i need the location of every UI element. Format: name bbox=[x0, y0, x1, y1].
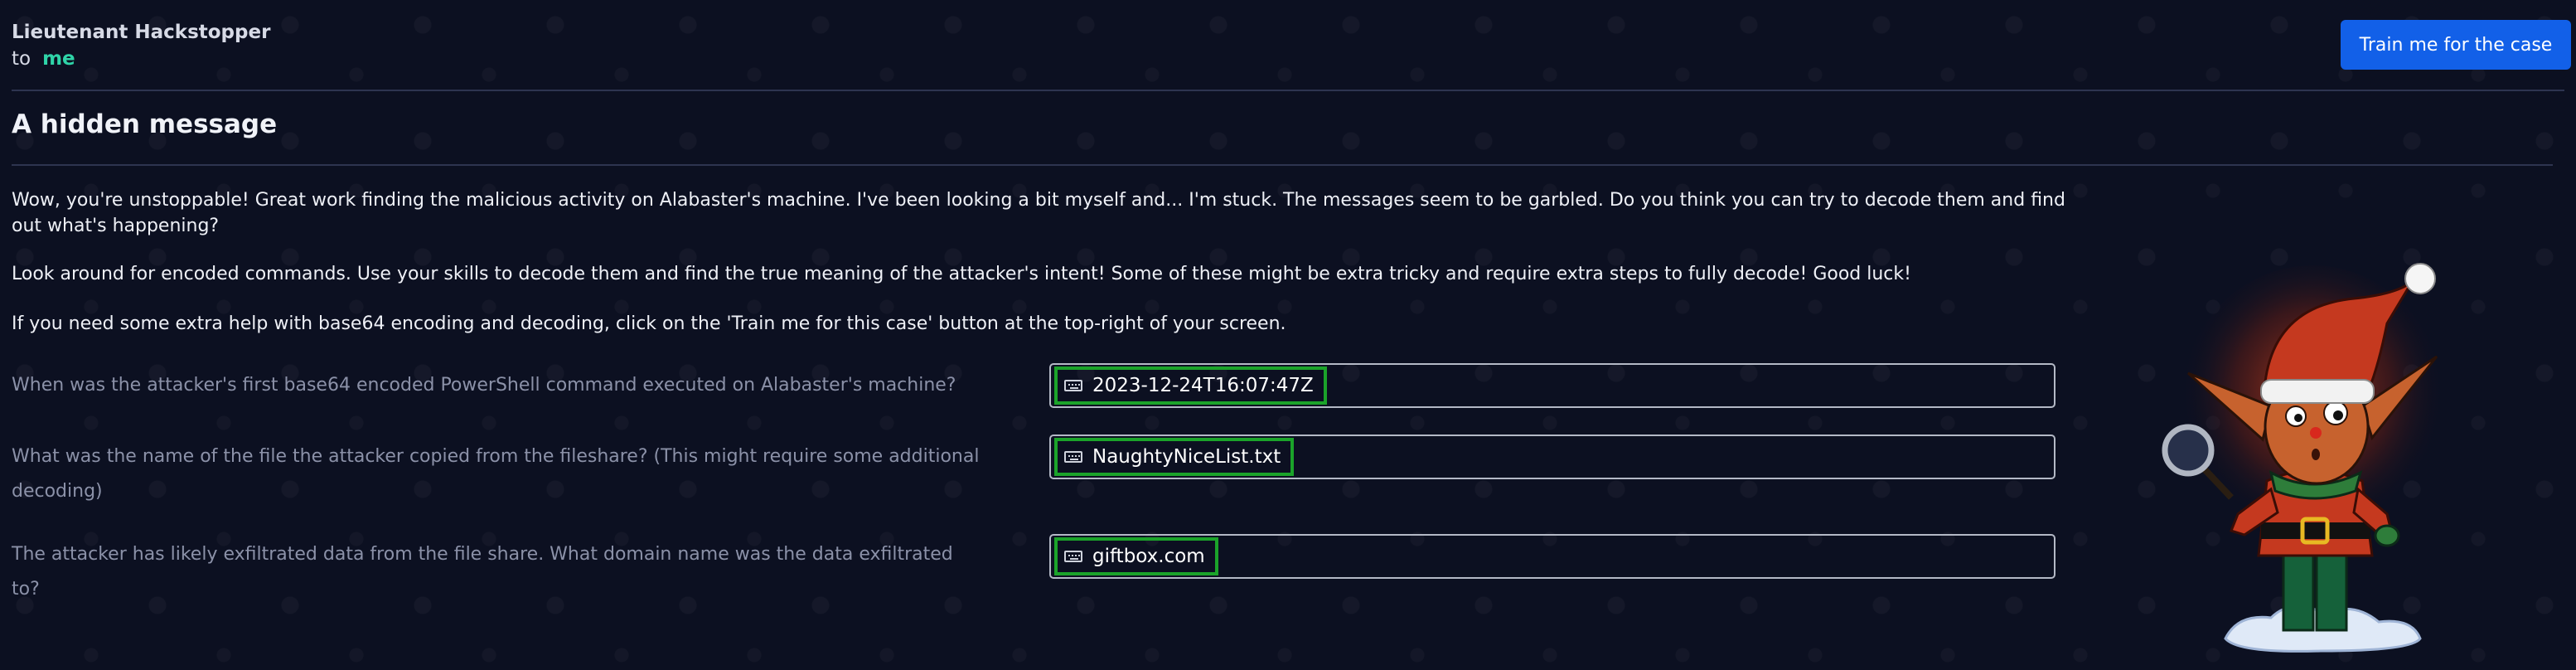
keyboard-icon bbox=[1064, 551, 1082, 562]
question-row: What was the name of the file the attack… bbox=[12, 435, 2059, 509]
train-me-button[interactable]: Train me for the case bbox=[2341, 20, 2571, 70]
question-text: When was the attacker's first base64 enc… bbox=[12, 375, 956, 396]
question-text: What was the name of the file the attack… bbox=[12, 446, 980, 502]
answer-text: giftbox.com bbox=[1092, 546, 1205, 567]
intro-paragraph: Wow, you're unstoppable! Great work find… bbox=[12, 190, 2065, 236]
keyboard-icon bbox=[1064, 451, 1082, 463]
answer-value: NaughtyNiceList.txt bbox=[1054, 438, 1295, 476]
question-row: When was the attacker's first base64 enc… bbox=[12, 363, 2059, 410]
message-title: A hidden message bbox=[12, 109, 278, 139]
instructions-paragraph: Look around for encoded commands. Use yo… bbox=[12, 264, 1911, 284]
title-divider bbox=[12, 164, 2553, 166]
answer-field[interactable]: 2023-12-24T16:07:47Z bbox=[1049, 363, 2055, 408]
message-header: Lieutenant Hackstopper to me Train me for… bbox=[12, 15, 2571, 91]
answer-field[interactable]: giftbox.com bbox=[1049, 534, 2055, 579]
answer-text: NaughtyNiceList.txt bbox=[1092, 446, 1281, 468]
elf-detective-illustration bbox=[2162, 263, 2445, 653]
recipient-name: me bbox=[42, 48, 75, 70]
keyboard-icon bbox=[1064, 380, 1082, 391]
question-row: The attacker has likely exfiltrated data… bbox=[12, 532, 2059, 600]
answer-value: 2023-12-24T16:07:47Z bbox=[1054, 367, 1327, 405]
to-label: to bbox=[12, 48, 31, 70]
answer-value: giftbox.com bbox=[1054, 537, 1218, 575]
question-text: The attacker has likely exfiltrated data… bbox=[12, 544, 953, 600]
answer-text: 2023-12-24T16:07:47Z bbox=[1092, 375, 1314, 396]
sender-name: Lieutenant Hackstopper bbox=[12, 22, 271, 43]
answer-field[interactable]: NaughtyNiceList.txt bbox=[1049, 435, 2055, 479]
help-paragraph: If you need some extra help with base64 … bbox=[12, 313, 1286, 334]
recipient-line: to me bbox=[12, 48, 75, 70]
